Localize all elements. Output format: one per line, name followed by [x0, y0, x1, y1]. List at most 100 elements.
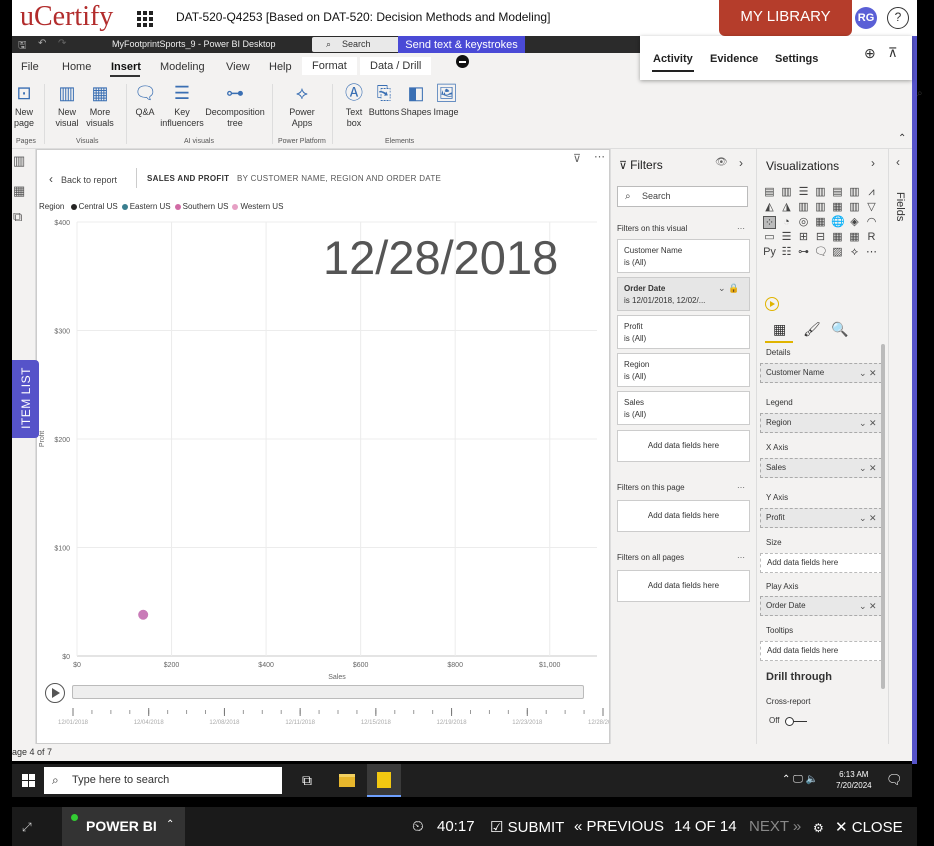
user-avatar[interactable]: RG [855, 7, 877, 29]
stacked-column-icon[interactable]: ▥ [780, 186, 793, 199]
clustered-bar-icon[interactable]: ☰ [797, 186, 810, 199]
filled-map-icon[interactable]: ◈ [848, 216, 861, 229]
chevron-close-icon[interactable]: ⌄ ✕ [859, 597, 877, 615]
minimize-circle-icon[interactable] [456, 55, 469, 68]
help-button[interactable]: ? [887, 7, 909, 29]
play-axis-slider[interactable] [72, 685, 584, 699]
chevron-lock-icon[interactable]: ⌄ 🔒 [718, 282, 739, 294]
legend-item-3[interactable]: Western US [240, 202, 283, 211]
stacked-area-icon[interactable]: ◮ [780, 201, 793, 214]
table-icon[interactable]: ▦ [831, 231, 844, 244]
tab-view[interactable]: View [226, 61, 250, 73]
taskbar-clock[interactable]: 6:13 AM 7/20/2024 [836, 769, 872, 791]
map-icon[interactable]: 🌐 [831, 216, 845, 229]
redo-icon[interactable]: ↷ [58, 38, 66, 49]
report-view-icon[interactable]: ▥ [13, 153, 25, 169]
more-visuals-button[interactable]: ▦ More visuals [82, 82, 118, 129]
scatter-chart-icon[interactable]: ⁘ [763, 216, 776, 229]
next-button[interactable]: NEXT » [749, 818, 801, 835]
add-data-fields-all[interactable]: Add data fields here [617, 570, 750, 602]
funnel-icon[interactable]: ▽ [865, 201, 878, 214]
stacked-bar-icon[interactable]: ▤ [763, 186, 776, 199]
play-button[interactable] [45, 683, 65, 703]
line-column-icon[interactable]: ▥ [797, 201, 810, 214]
legend-well[interactable]: Region ⌄ ✕ [760, 413, 882, 433]
clustered-column-icon[interactable]: ▥ [814, 186, 827, 199]
filters-search-input[interactable]: ⌕ Search [617, 186, 748, 207]
eye-icon[interactable]: 👁 [715, 157, 728, 168]
chevron-left-icon[interactable]: ‹ [896, 155, 900, 169]
pin-icon[interactable]: ⊼ [888, 45, 898, 61]
powerbi-lab-tab[interactable]: POWER BI ⌃ [62, 807, 185, 846]
legend-item-1[interactable]: Eastern US [130, 202, 171, 211]
y-axis-well[interactable]: Profit ⌄ ✕ [760, 508, 882, 528]
apps-grid-icon[interactable] [137, 11, 153, 27]
chevron-right-icon[interactable]: › [871, 156, 875, 170]
r-visual-icon[interactable]: R [865, 231, 878, 244]
chevron-close-icon[interactable]: ⌄ ✕ [859, 459, 877, 477]
submit-button[interactable]: ☑ SUBMIT [490, 818, 564, 836]
model-view-icon[interactable]: ⧉ [13, 209, 22, 225]
settings-tab[interactable]: Settings [775, 53, 818, 65]
taskbar-search-input[interactable]: ⌕ Type here to search [44, 767, 282, 794]
gauge-icon[interactable]: ◠ [865, 216, 878, 229]
waterfall-icon[interactable]: ▥ [848, 201, 861, 214]
collapse-ribbon-icon[interactable]: ⌃ [898, 133, 906, 144]
tooltips-well[interactable]: Add data fields here [760, 641, 882, 661]
filter-card-profit[interactable]: Profit is (All) [617, 315, 750, 349]
task-view-icon[interactable]: ⧉ [302, 772, 312, 789]
buttons-button[interactable]: ⎘ Buttons [368, 82, 400, 118]
qa-icon[interactable]: 🗨 [814, 246, 828, 259]
decomposition-tree-icon[interactable]: ⊶ [797, 246, 810, 259]
100-column-icon[interactable]: ▥ [848, 186, 861, 199]
tab-format[interactable]: Format [302, 57, 357, 75]
format-paint-icon[interactable]: 🖌 [803, 321, 821, 338]
tab-help[interactable]: Help [269, 61, 292, 73]
python-visual-icon[interactable]: Py [763, 246, 776, 259]
titlebar-search[interactable]: ⌕ Search [312, 37, 410, 52]
evidence-tab[interactable]: Evidence [710, 53, 758, 65]
tab-file[interactable]: File [21, 61, 39, 73]
filter-card-order-date[interactable]: Order Date is 12/01/2018, 12/02/... ⌄ 🔒 [617, 277, 750, 311]
activity-tab[interactable]: Activity [653, 53, 693, 65]
chevron-close-icon[interactable]: ⌄ ✕ [859, 414, 877, 432]
new-page-button[interactable]: ⊡ New page [10, 82, 38, 129]
kpi-icon[interactable]: ⊞ [797, 231, 810, 244]
back-to-report-button[interactable]: ‹ Back to report [49, 172, 117, 186]
more-options-icon[interactable]: ⋯ [594, 150, 605, 163]
add-data-fields-page[interactable]: Add data fields here [617, 500, 750, 532]
more-icon[interactable]: ⋯ [737, 224, 745, 233]
fields-well-icon[interactable]: ▦ [773, 321, 786, 338]
filter-card-sales[interactable]: Sales is (All) [617, 391, 750, 425]
qa-button[interactable]: 🗨 Q&A [132, 82, 158, 118]
legend-item-2[interactable]: Southern US [183, 202, 229, 211]
tab-home[interactable]: Home [62, 61, 91, 73]
fields-pane-collapsed[interactable]: ‹ Fields [888, 149, 912, 744]
image-button[interactable]: 🖼 Image [432, 82, 460, 118]
ribbon-chart-icon[interactable]: ▦ [831, 201, 844, 214]
new-visual-button[interactable]: ▥ New visual [52, 82, 82, 129]
more-icon[interactable]: ⋯ [737, 483, 745, 492]
slicer-icon[interactable]: ⊟ [814, 231, 827, 244]
size-well[interactable]: Add data fields here [760, 553, 882, 573]
previous-button[interactable]: « PREVIOUS [574, 818, 664, 835]
treemap-icon[interactable]: ▦ [814, 216, 827, 229]
decomposition-tree-button[interactable]: ⊶ Decomposition tree [204, 82, 266, 129]
chevron-right-icon[interactable]: › [739, 156, 743, 170]
key-influencers-icon[interactable]: ☷ [780, 246, 793, 259]
chevron-close-icon[interactable]: ⌄ ✕ [859, 509, 877, 527]
item-list-tab[interactable]: ITEM LIST [12, 360, 39, 438]
shapes-button[interactable]: ◧ Shapes [400, 82, 432, 118]
cross-report-toggle[interactable] [785, 717, 807, 726]
visual-filter-icon[interactable]: ⊽ [573, 152, 581, 165]
line-chart-icon[interactable]: ⩘ [865, 186, 878, 199]
more-icon[interactable]: ⋯ [737, 553, 745, 562]
undo-icon[interactable]: ↶ [38, 38, 46, 49]
power-apps-button[interactable]: ⟡ Power Apps [284, 82, 320, 129]
add-icon[interactable]: ⊕ [864, 45, 876, 62]
filter-card-customer-name[interactable]: Customer Name is (All) [617, 239, 750, 273]
power-automate-icon[interactable] [765, 297, 779, 311]
x-axis-well[interactable]: Sales ⌄ ✕ [760, 458, 882, 478]
viz-pane-scrollbar[interactable] [881, 344, 885, 689]
play-axis-well[interactable]: Order Date ⌄ ✕ [760, 596, 882, 616]
